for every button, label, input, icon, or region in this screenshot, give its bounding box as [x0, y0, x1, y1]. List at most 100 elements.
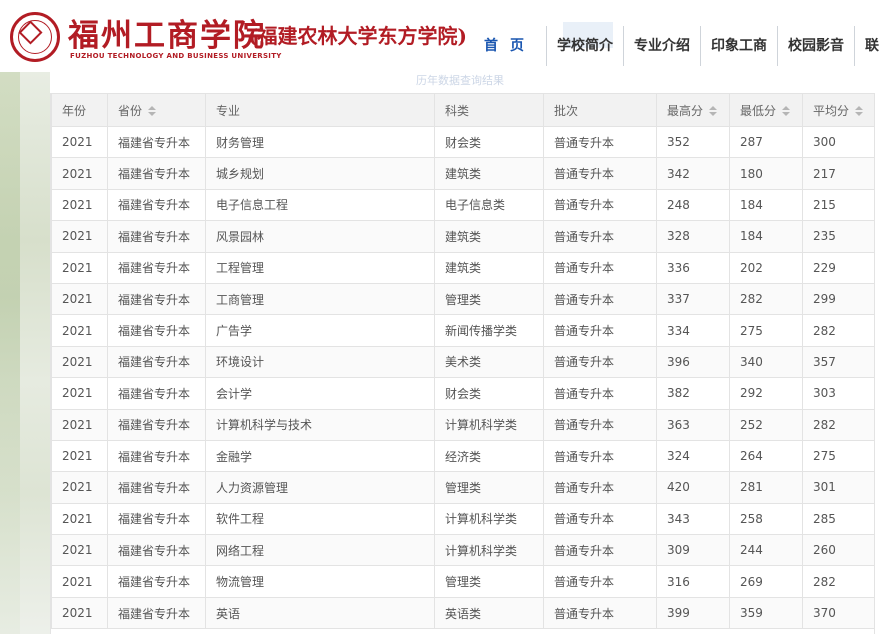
table-cell: 2021	[51, 408, 108, 441]
table-cell: 420	[656, 471, 730, 504]
table-cell: 264	[729, 439, 803, 473]
table-cell: 260	[802, 534, 874, 567]
table-cell: 359	[729, 596, 803, 630]
nav-item-contact[interactable]: 联系	[854, 26, 879, 66]
nav-item-media[interactable]: 校园影音	[777, 26, 854, 66]
column-header: 批次	[543, 93, 657, 127]
table-cell: 370	[802, 596, 874, 630]
column-header-label: 批次	[554, 103, 579, 118]
table-cell: 管理类	[434, 282, 544, 316]
table-cell: 363	[656, 408, 730, 441]
column-header[interactable]: 最高分	[656, 93, 730, 127]
table-cell: 2021	[51, 345, 108, 379]
column-header[interactable]: 省份	[107, 93, 206, 127]
column-header-label: 最高分	[667, 103, 704, 118]
sort-icon[interactable]	[782, 106, 791, 116]
table-cell: 财会类	[434, 125, 544, 159]
table-cell: 工程管理	[205, 251, 435, 284]
table-cell: 建筑类	[434, 220, 544, 253]
table-header-row: 年份 省份 专业 科类 批次 最高分 最低分 平均分	[51, 93, 874, 127]
table-row: 2021 福建省专升本 英语 英语类 普通专升本 399 359 370	[51, 596, 874, 630]
table-cell: 福建省专升本	[107, 408, 206, 441]
table-cell: 福建省专升本	[107, 282, 206, 316]
column-header-label: 平均分	[813, 103, 850, 118]
table-cell: 管理类	[434, 565, 544, 598]
nav-item-home[interactable]: 首页	[474, 26, 546, 66]
table-row: 2021 福建省专升本 电子信息工程 电子信息类 普通专升本 248 184 215	[51, 188, 874, 222]
school-name-former: (福建农林大学东方学院)	[248, 24, 467, 48]
table-cell: 217	[802, 157, 874, 190]
table-cell: 324	[656, 439, 730, 473]
table-cell: 299	[802, 282, 874, 316]
table-cell: 普通专升本	[543, 220, 657, 253]
table-cell: 258	[729, 502, 803, 536]
table-cell: 2021	[51, 377, 108, 410]
table-cell: 经济类	[434, 439, 544, 473]
table-cell: 275	[802, 439, 874, 473]
nav-item-majors[interactable]: 专业介绍	[623, 26, 700, 66]
table-cell: 252	[729, 408, 803, 441]
table-cell: 福建省专升本	[107, 377, 206, 410]
table-cell: 235	[802, 220, 874, 253]
table-row: 2021 福建省专升本 物流管理 管理类 普通专升本 316 269 282	[51, 565, 874, 598]
table-cell: 303	[802, 377, 874, 410]
sort-icon[interactable]	[148, 106, 157, 116]
nav-item-impression[interactable]: 印象工商	[700, 26, 777, 66]
sort-icon[interactable]	[855, 106, 864, 116]
column-header-label: 年份	[62, 103, 87, 118]
table-cell: 300	[802, 125, 874, 159]
table-cell: 普通专升本	[543, 439, 657, 473]
table-cell: 福建省专升本	[107, 534, 206, 567]
table-cell: 建筑类	[434, 251, 544, 284]
table-cell: 福建省专升本	[107, 596, 206, 630]
sort-icon[interactable]	[709, 106, 718, 116]
column-header: 年份	[51, 93, 108, 127]
table-cell: 282	[802, 565, 874, 598]
table-cell: 计算机科学类	[434, 534, 544, 567]
scores-table: 年份 省份 专业 科类 批次 最高分 最低分 平均分 2021 福建省专升本 财务管理 财会类 普通专…	[51, 93, 874, 630]
table-cell: 工商管理	[205, 282, 435, 316]
table-cell: 301	[802, 471, 874, 504]
table-cell: 建筑类	[434, 157, 544, 190]
school-emblem-icon[interactable]	[10, 12, 60, 62]
table-cell: 2021	[51, 220, 108, 253]
table-cell: 292	[729, 377, 803, 410]
table-cell: 396	[656, 345, 730, 379]
table-cell: 334	[656, 314, 730, 347]
column-header[interactable]: 平均分	[802, 93, 874, 127]
table-cell: 福建省专升本	[107, 251, 206, 284]
table-cell: 电子信息类	[434, 188, 544, 222]
table-cell: 2021	[51, 439, 108, 473]
table-cell: 382	[656, 377, 730, 410]
table-cell: 184	[729, 220, 803, 253]
table-cell: 普通专升本	[543, 125, 657, 159]
table-cell: 物流管理	[205, 565, 435, 598]
nav-item-about[interactable]: 学校简介	[546, 26, 623, 66]
table-cell: 财务管理	[205, 125, 435, 159]
table-row: 2021 福建省专升本 风景园林 建筑类 普通专升本 328 184 235	[51, 220, 874, 253]
table-cell: 普通专升本	[543, 345, 657, 379]
table-row: 2021 福建省专升本 人力资源管理 管理类 普通专升本 420 281 301	[51, 471, 874, 504]
table-cell: 环境设计	[205, 345, 435, 379]
table-cell: 269	[729, 565, 803, 598]
table-cell: 343	[656, 502, 730, 536]
table-cell: 2021	[51, 565, 108, 598]
table-cell: 184	[729, 188, 803, 222]
column-header[interactable]: 最低分	[729, 93, 803, 127]
table-cell: 328	[656, 220, 730, 253]
results-caption: 历年数据查询结果	[416, 74, 504, 87]
table-cell: 软件工程	[205, 502, 435, 536]
table-cell: 282	[729, 282, 803, 316]
table-row: 2021 福建省专升本 工商管理 管理类 普通专升本 337 282 299	[51, 282, 874, 316]
table-cell: 普通专升本	[543, 188, 657, 222]
table-cell: 风景园林	[205, 220, 435, 253]
table-cell: 福建省专升本	[107, 471, 206, 504]
table-row: 2021 福建省专升本 金融学 经济类 普通专升本 324 264 275	[51, 439, 874, 473]
table-row: 2021 福建省专升本 会计学 财会类 普通专升本 382 292 303	[51, 377, 874, 410]
table-row: 2021 福建省专升本 环境设计 美术类 普通专升本 396 340 357	[51, 345, 874, 379]
column-header-label: 科类	[445, 103, 470, 118]
table-row: 2021 福建省专升本 计算机科学与技术 计算机科学类 普通专升本 363 252 282	[51, 408, 874, 441]
table-cell: 337	[656, 282, 730, 316]
table-cell: 399	[656, 596, 730, 630]
school-name-zh[interactable]: 福州工商学院	[68, 10, 266, 55]
